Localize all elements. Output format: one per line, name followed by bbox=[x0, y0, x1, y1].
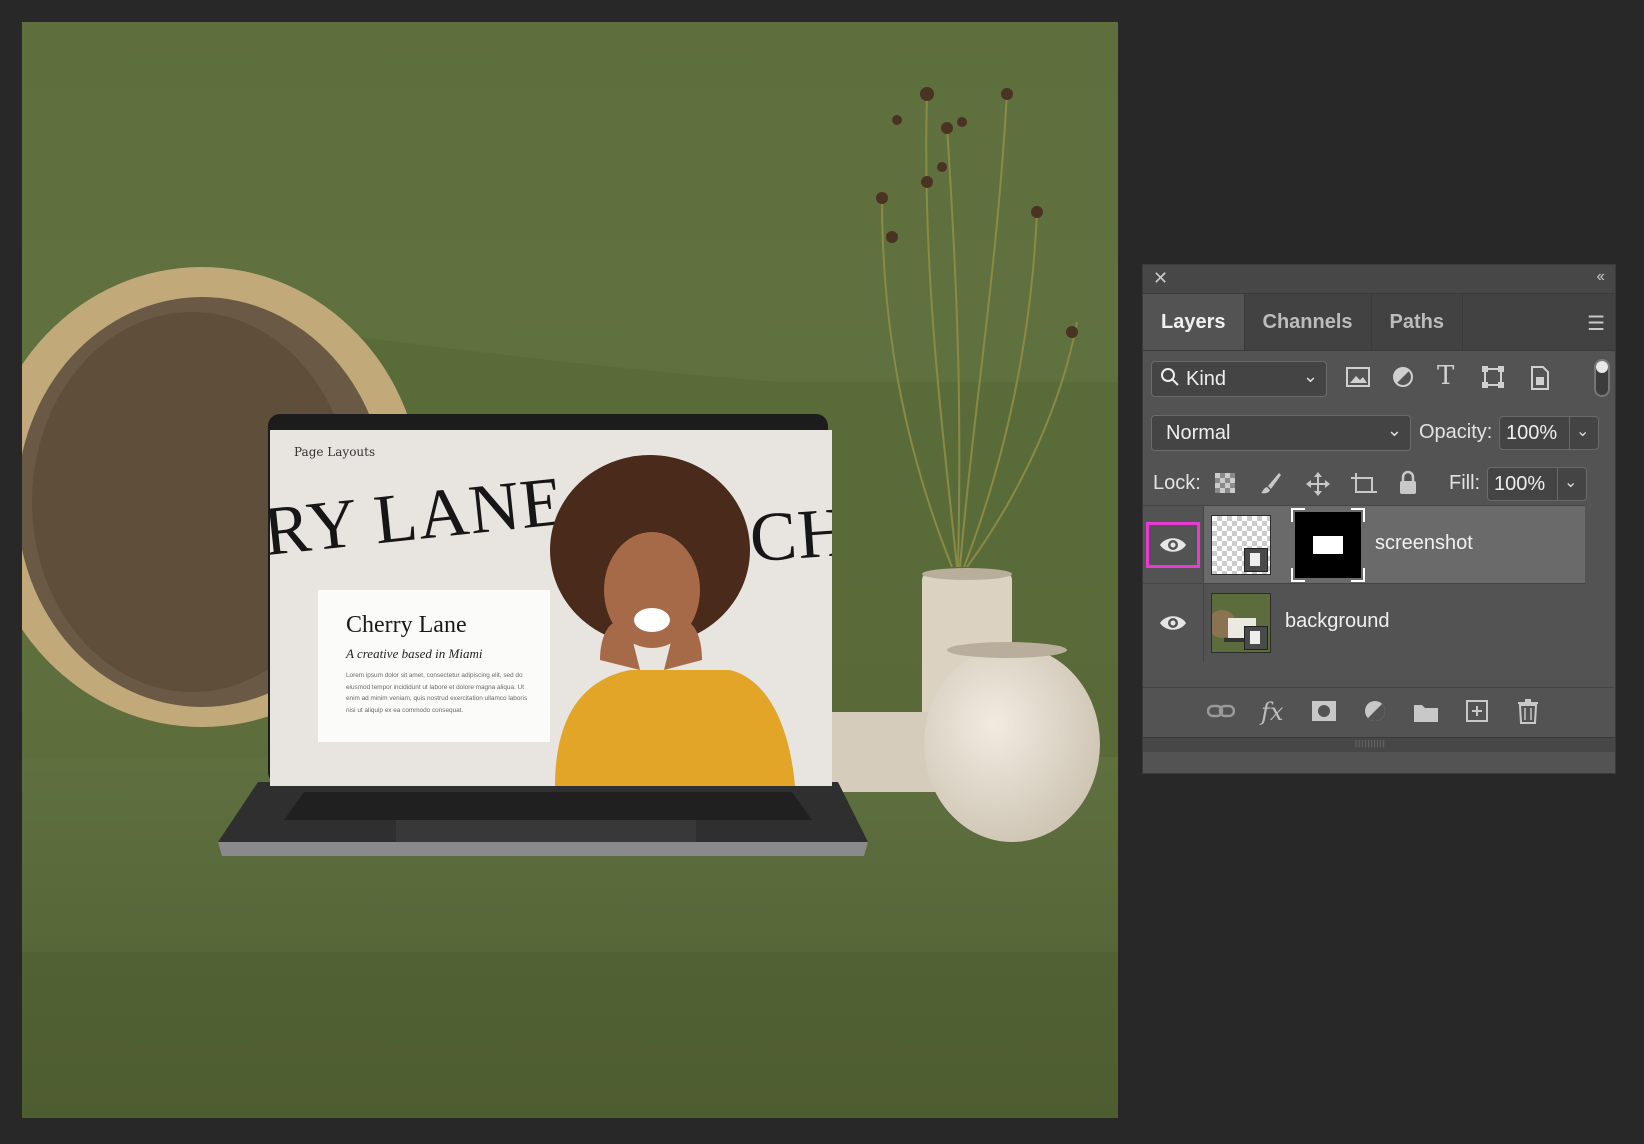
chevron-down-icon: ⌄ bbox=[1387, 420, 1402, 441]
kind-filter-select[interactable]: Kind ⌄ bbox=[1151, 361, 1327, 397]
panel-menu-icon[interactable]: ☰ bbox=[1587, 311, 1605, 336]
layer-row-background[interactable]: background bbox=[1143, 583, 1585, 662]
opacity-dropdown[interactable]: ⌄ bbox=[1569, 417, 1598, 449]
fill-value: 100% bbox=[1494, 473, 1545, 496]
intro-card: Cherry Lane A creative based in Miami Lo… bbox=[318, 590, 550, 742]
new-layer-icon[interactable] bbox=[1465, 699, 1489, 723]
layer-mask-thumbnail[interactable] bbox=[1295, 512, 1361, 578]
panel-footer: fx bbox=[1143, 687, 1615, 738]
layer-name[interactable]: background bbox=[1285, 610, 1390, 633]
card-subtitle: A creative based in Miami bbox=[346, 646, 482, 662]
close-icon[interactable]: ✕ bbox=[1153, 268, 1168, 289]
layer-name[interactable]: screenshot bbox=[1375, 532, 1473, 555]
fx-icon[interactable]: fx bbox=[1261, 698, 1283, 726]
tab-channels[interactable]: Channels bbox=[1245, 294, 1372, 350]
chevron-down-icon: ⌄ bbox=[1303, 366, 1318, 387]
filter-row: Kind ⌄ T bbox=[1143, 351, 1615, 407]
layer-thumbnail[interactable] bbox=[1211, 515, 1271, 575]
smart-object-badge-icon bbox=[1244, 626, 1268, 650]
blend-mode-value: Normal bbox=[1166, 422, 1230, 445]
opacity-value: 100% bbox=[1506, 422, 1557, 445]
panel-tabs: Layers Channels Paths ☰ bbox=[1143, 294, 1615, 351]
blend-row: Normal ⌄ Opacity: 100% ⌄ bbox=[1143, 405, 1615, 461]
visibility-toggle[interactable] bbox=[1143, 506, 1204, 584]
layers-panel: ✕ ‹‹ Layers Channels Paths ☰ Kind ⌄ T bbox=[1142, 264, 1616, 774]
fill-dropdown[interactable]: ⌄ bbox=[1557, 468, 1586, 500]
filter-toggle[interactable] bbox=[1594, 359, 1610, 397]
type-filter-icon[interactable]: T bbox=[1437, 361, 1454, 391]
fill-label: Fill: bbox=[1449, 472, 1480, 495]
add-mask-icon[interactable] bbox=[1311, 700, 1337, 722]
laptop-screen-mockup: Page Layouts RY LANE CH Cherry Lane A cr… bbox=[270, 430, 832, 786]
adjustment-layer-icon[interactable] bbox=[1363, 699, 1389, 725]
opacity-field[interactable]: 100% ⌄ bbox=[1499, 416, 1599, 450]
document-canvas[interactable]: Page Layouts RY LANE CH Cherry Lane A cr… bbox=[22, 22, 1118, 1118]
card-body: Lorem ipsum dolor sit amet, consectetur … bbox=[346, 670, 528, 716]
blend-mode-select[interactable]: Normal ⌄ bbox=[1151, 415, 1411, 451]
chevron-down-icon: ⌄ bbox=[1576, 421, 1589, 441]
panel-title-bar[interactable]: ✕ ‹‹ bbox=[1143, 265, 1615, 294]
visibility-toggle[interactable] bbox=[1143, 584, 1204, 662]
lock-position-icon[interactable] bbox=[1305, 471, 1331, 497]
card-title: Cherry Lane bbox=[346, 612, 467, 639]
layer-row-screenshot[interactable]: screenshot bbox=[1143, 505, 1585, 584]
smart-object-filter-icon[interactable] bbox=[1529, 365, 1551, 391]
opacity-label: Opacity: bbox=[1419, 421, 1492, 444]
adjustment-filter-icon[interactable] bbox=[1391, 365, 1415, 389]
layer-thumbnail[interactable] bbox=[1211, 593, 1271, 653]
eye-icon[interactable] bbox=[1158, 611, 1188, 635]
lock-transparent-icon[interactable] bbox=[1215, 473, 1235, 493]
lock-label: Lock: bbox=[1153, 472, 1201, 495]
new-group-icon[interactable] bbox=[1413, 701, 1439, 723]
highlight-box bbox=[1146, 522, 1200, 568]
tab-paths[interactable]: Paths bbox=[1372, 294, 1463, 350]
shape-filter-icon[interactable] bbox=[1481, 365, 1505, 389]
lock-row: Lock: Fill: 100% ⌄ bbox=[1143, 459, 1615, 507]
lock-all-icon[interactable] bbox=[1397, 470, 1419, 496]
fill-field[interactable]: 100% ⌄ bbox=[1487, 467, 1587, 501]
kind-label: Kind bbox=[1186, 368, 1226, 391]
link-layers-icon[interactable] bbox=[1207, 702, 1235, 720]
chevron-down-icon: ⌄ bbox=[1564, 472, 1577, 492]
collapse-icon[interactable]: ‹‹ bbox=[1596, 268, 1603, 286]
resize-grip[interactable]: |||||||||| bbox=[1143, 737, 1615, 752]
lock-artboard-icon[interactable] bbox=[1351, 471, 1377, 497]
delete-icon[interactable] bbox=[1517, 698, 1539, 724]
search-icon bbox=[1160, 367, 1180, 387]
smart-object-badge-icon bbox=[1244, 548, 1268, 572]
image-filter-icon[interactable] bbox=[1345, 365, 1371, 389]
tab-layers[interactable]: Layers bbox=[1143, 294, 1245, 350]
lock-image-icon[interactable] bbox=[1259, 471, 1283, 495]
